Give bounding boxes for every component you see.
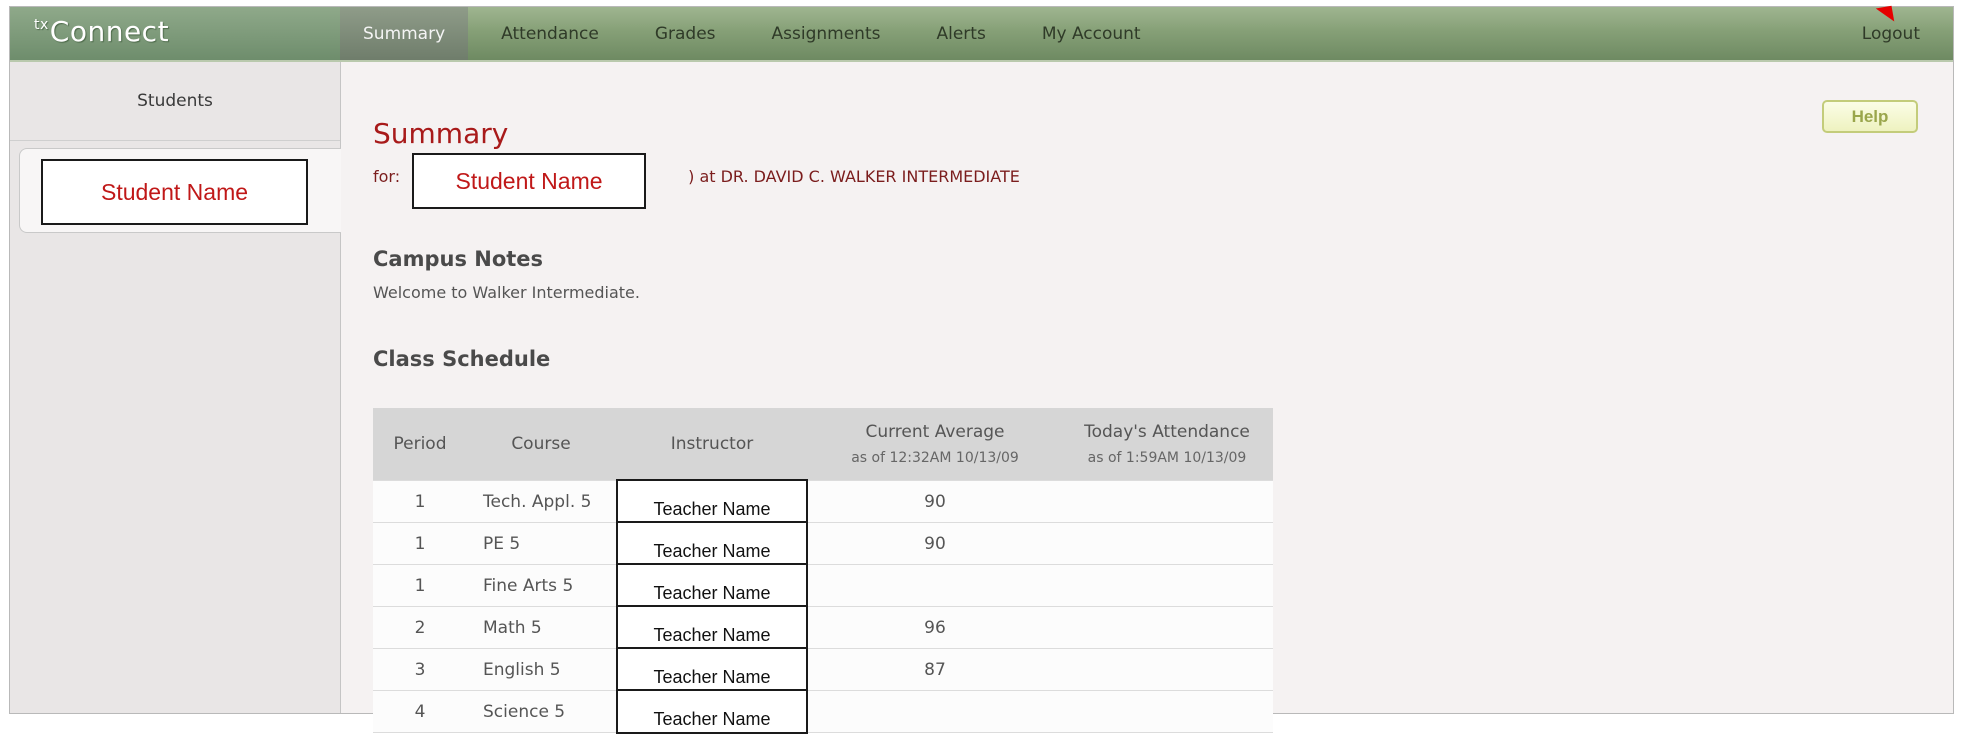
instructor-name: Teacher Name xyxy=(616,479,808,524)
campus-notes-heading: Campus Notes xyxy=(373,247,544,271)
help-button[interactable]: Help xyxy=(1822,100,1918,133)
tab-summary[interactable]: Summary xyxy=(340,7,469,60)
main-content: Help Summary for: ) at DR. DAVID C. WALK… xyxy=(341,62,1953,734)
cell-period: 2 xyxy=(373,606,467,649)
tab-grades[interactable]: Grades xyxy=(632,7,739,60)
for-prefix: for: xyxy=(373,167,401,186)
cell-period: 1 xyxy=(373,564,467,607)
col-attendance-sub: as of 1:59AM 10/13/09 xyxy=(1087,450,1247,466)
col-current-average: Current Average as of 12:32AM 10/13/09 xyxy=(809,408,1061,481)
instructor-name: Teacher Name xyxy=(616,605,808,650)
logout-link[interactable]: Logout xyxy=(1862,7,1920,60)
logo-text: txConnect xyxy=(34,15,169,48)
col-average-label: Current Average xyxy=(865,422,1005,442)
logo-superscript: tx xyxy=(34,17,49,33)
table-row: 1 Tech. Appl. 5 Teacher Name 90 xyxy=(373,479,1273,524)
table-row: 2 Math 5 Teacher Name 96 xyxy=(373,605,1273,650)
txconnect-logo[interactable]: txConnect xyxy=(10,7,340,60)
cell-average[interactable] xyxy=(809,564,1061,607)
instructor-name: Teacher Name xyxy=(616,521,808,566)
sidebar-student-name: Student Name xyxy=(41,159,308,225)
cell-course[interactable]: Math 5 xyxy=(467,606,615,649)
tab-assignments[interactable]: Assignments xyxy=(749,7,904,60)
cell-average[interactable]: 90 xyxy=(809,480,1061,523)
table-row: 4 Science 5 Teacher Name xyxy=(373,689,1273,734)
table-row: 3 English 5 Teacher Name 87 xyxy=(373,647,1273,692)
cell-instructor[interactable]: Teacher Name xyxy=(615,689,809,734)
col-course: Course xyxy=(467,408,615,481)
cell-course[interactable]: PE 5 xyxy=(467,522,615,565)
table-header-row: Period Course Instructor Current Average… xyxy=(373,408,1273,481)
col-instructor: Instructor xyxy=(615,408,809,481)
instructor-name: Teacher Name xyxy=(616,563,808,608)
cell-instructor[interactable]: Teacher Name xyxy=(615,479,809,524)
tab-attendance[interactable]: Attendance xyxy=(478,7,622,60)
cell-attendance xyxy=(1061,480,1273,523)
table-row: 1 PE 5 Teacher Name 90 xyxy=(373,521,1273,566)
logo-wordmark: Connect xyxy=(49,15,170,48)
instructor-name: Teacher Name xyxy=(616,647,808,692)
cell-period: 1 xyxy=(373,480,467,523)
col-attendance-label: Today's Attendance xyxy=(1084,422,1250,442)
class-schedule-heading: Class Schedule xyxy=(373,347,551,371)
cell-average[interactable] xyxy=(809,690,1061,733)
table-row: 1 Fine Arts 5 Teacher Name xyxy=(373,563,1273,608)
cell-instructor[interactable]: Teacher Name xyxy=(615,521,809,566)
sidebar-student-tab[interactable]: Student Name xyxy=(19,148,341,233)
tab-alerts[interactable]: Alerts xyxy=(913,7,1008,60)
cell-instructor[interactable]: Teacher Name xyxy=(615,647,809,692)
cell-attendance xyxy=(1061,690,1273,733)
cell-attendance xyxy=(1061,564,1273,607)
students-sidebar: Students Student Name xyxy=(10,62,341,713)
tab-my-account[interactable]: My Account xyxy=(1019,7,1164,60)
cell-instructor[interactable]: Teacher Name xyxy=(615,605,809,650)
txconnect-window: txConnect Summary Attendance Grades Assi… xyxy=(9,5,1954,734)
cell-course[interactable]: Science 5 xyxy=(467,690,615,733)
col-period: Period xyxy=(373,408,467,481)
cell-course[interactable]: Fine Arts 5 xyxy=(467,564,615,607)
campus-name: ) at DR. DAVID C. WALKER INTERMEDIATE xyxy=(688,167,1020,186)
cell-attendance xyxy=(1061,648,1273,691)
summary-student-name: Student Name xyxy=(412,153,646,209)
students-heading: Students xyxy=(10,62,340,141)
cell-attendance xyxy=(1061,522,1273,565)
cell-average[interactable]: 96 xyxy=(809,606,1061,649)
cell-period: 3 xyxy=(373,648,467,691)
col-average-sub: as of 12:32AM 10/13/09 xyxy=(851,450,1019,466)
campus-notes-text: Welcome to Walker Intermediate. xyxy=(373,283,640,302)
cell-average[interactable]: 87 xyxy=(809,648,1061,691)
cell-period: 4 xyxy=(373,690,467,733)
cell-period: 1 xyxy=(373,522,467,565)
cell-attendance xyxy=(1061,606,1273,649)
main-nav: Summary Attendance Grades Assignments Al… xyxy=(340,7,1174,60)
class-schedule-table: Period Course Instructor Current Average… xyxy=(373,408,1273,734)
cell-course[interactable]: English 5 xyxy=(467,648,615,691)
top-nav-bar: txConnect Summary Attendance Grades Assi… xyxy=(10,5,1953,62)
cell-course[interactable]: Tech. Appl. 5 xyxy=(467,480,615,523)
instructor-name: Teacher Name xyxy=(616,689,808,734)
cell-instructor[interactable]: Teacher Name xyxy=(615,563,809,608)
cell-average[interactable]: 90 xyxy=(809,522,1061,565)
page-title: Summary xyxy=(373,117,509,150)
col-todays-attendance: Today's Attendance as of 1:59AM 10/13/09 xyxy=(1061,408,1273,481)
